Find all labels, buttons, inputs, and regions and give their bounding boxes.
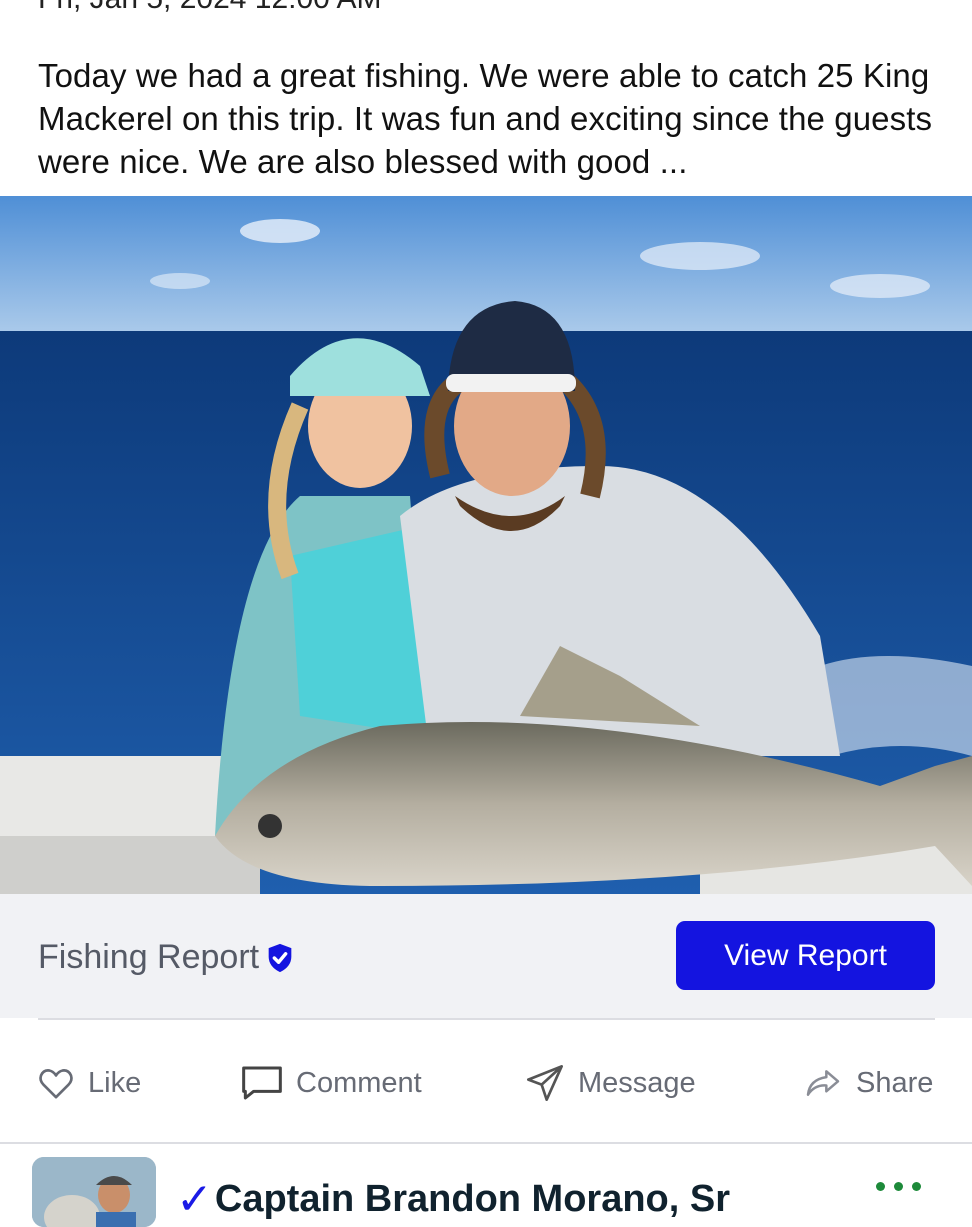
dot: [876, 1182, 885, 1191]
comment-button[interactable]: Comment: [240, 1050, 422, 1116]
like-button[interactable]: Like: [36, 1050, 141, 1116]
report-label-text: Fishing Report: [38, 938, 260, 976]
more-dots-icon[interactable]: [876, 1182, 921, 1191]
post-actions: Like Comment Message Share: [0, 1050, 972, 1116]
next-post-header: ✓ Captain Brandon Morano, Sr: [0, 1144, 972, 1227]
divider: [38, 1018, 935, 1020]
post-photo[interactable]: [0, 196, 972, 894]
heart-icon: [39, 1069, 73, 1099]
post-date: Fri, Jan 5, 2024 12:00 AM: [38, 0, 382, 16]
message-label: Message: [578, 1066, 696, 1099]
share-label: Share: [856, 1066, 934, 1099]
view-report-button[interactable]: View Report: [676, 921, 935, 990]
report-label: Fishing Report: [38, 938, 297, 977]
share-button[interactable]: Share: [802, 1050, 933, 1116]
dot: [912, 1182, 921, 1191]
like-label: Like: [88, 1066, 142, 1099]
next-post-author[interactable]: ✓ Captain Brandon Morano, Sr: [176, 1174, 730, 1225]
comment-label: Comment: [296, 1066, 422, 1099]
message-button[interactable]: Message: [524, 1050, 696, 1116]
post-text[interactable]: Today we had a great fishing. We were ab…: [38, 54, 948, 183]
share-icon: [806, 1070, 840, 1096]
verified-shield-icon: [268, 943, 292, 972]
avatar[interactable]: [32, 1157, 156, 1227]
dot: [894, 1182, 903, 1191]
comment-icon: [242, 1066, 282, 1100]
checkmark-icon: ✓: [176, 1175, 213, 1224]
send-icon: [527, 1065, 563, 1101]
